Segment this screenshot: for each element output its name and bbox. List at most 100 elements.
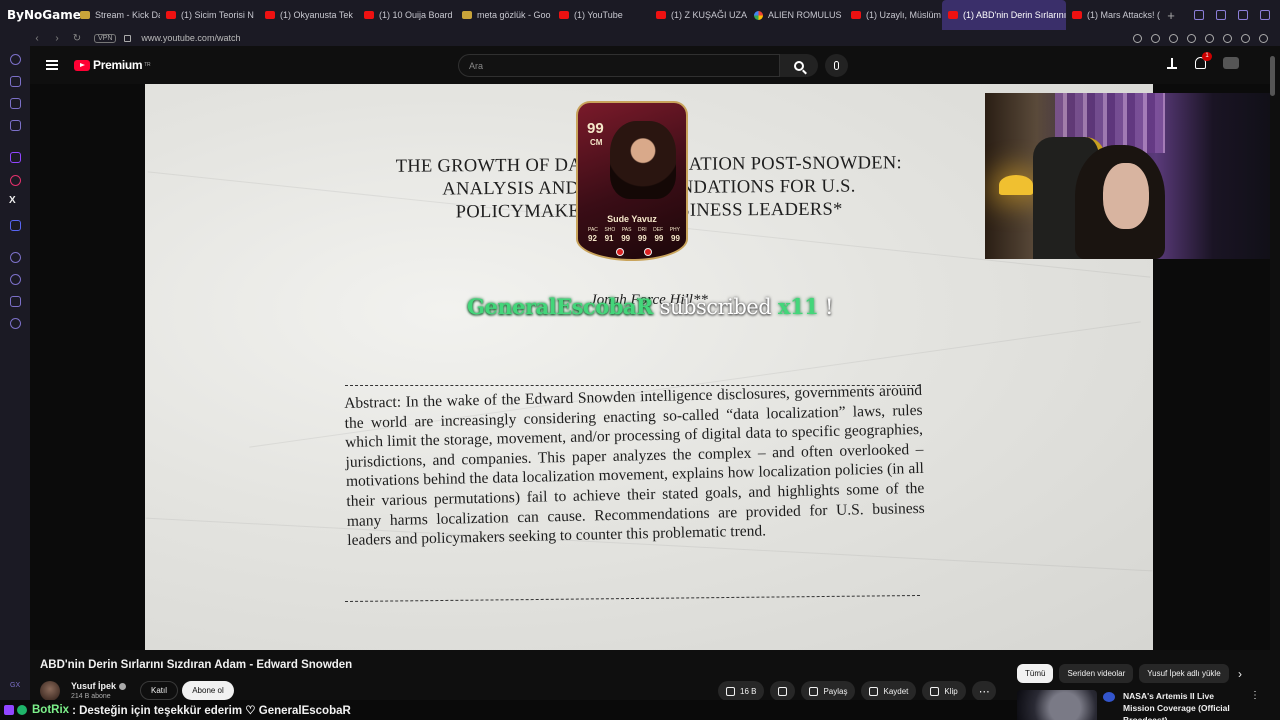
x-icon[interactable]: X <box>9 195 16 206</box>
save-button[interactable]: Kaydet <box>861 681 917 701</box>
account-avatar[interactable] <box>1223 57 1239 69</box>
search-button[interactable] <box>780 54 818 77</box>
minimize-icon[interactable] <box>1216 10 1226 20</box>
create-icon[interactable] <box>1166 57 1178 69</box>
browser-tab[interactable]: (1) Uzaylı, Müslüm <box>845 0 942 30</box>
browser-sidebar: X GX <box>0 30 30 720</box>
subscriber-suffix: ! <box>825 295 833 319</box>
more-actions-button[interactable]: ⋯ <box>971 681 996 701</box>
chip-all[interactable]: Tümü <box>1017 664 1054 683</box>
reload-icon[interactable]: ↻ <box>70 33 84 44</box>
maximize-icon[interactable] <box>1238 10 1248 20</box>
notification-badge: 1 <box>1202 52 1212 61</box>
channel-name-row[interactable]: Yusuf İpek <box>71 681 127 691</box>
card-rating: 99 <box>587 120 604 137</box>
video-player[interactable]: THE GROWTH OF DATA LOCALIZATION POST-SNO… <box>30 84 1270 650</box>
flag-icon <box>616 248 624 256</box>
dislike-button[interactable] <box>770 681 796 701</box>
like-button[interactable]: 16 B <box>718 681 765 701</box>
channel-name[interactable]: Yusuf İpek <box>71 681 116 691</box>
thumbs-down-icon <box>778 686 788 696</box>
chat-username: BotRix <box>32 704 70 716</box>
scissors-icon <box>930 686 940 696</box>
voice-search-button[interactable] <box>825 54 848 77</box>
brand-label: ByNoGame <box>7 8 81 22</box>
twitch-icon[interactable] <box>10 152 21 163</box>
twitch-icon <box>4 705 14 715</box>
chip-channel-uploads[interactable]: Yusuf İpek adlı yükle <box>1139 664 1229 683</box>
pin-icon[interactable] <box>1151 33 1160 43</box>
kick-icon <box>80 11 90 19</box>
browser-tab[interactable]: Stream - Kick Das <box>74 0 160 30</box>
extensions-icon[interactable] <box>1259 33 1268 43</box>
forward-icon[interactable]: › <box>50 33 64 44</box>
browser-tab[interactable]: (1) Z KUŞAĞI UZA <box>650 0 748 30</box>
card-position: CM <box>590 138 603 147</box>
browser-tab-active[interactable]: (1) ABD'nin Derin Sırlarını <box>942 0 1066 30</box>
address-bar: ‹ › ↻ VPN www.youtube.com/watch <box>30 30 1280 46</box>
youtube-icon <box>851 11 861 19</box>
youtube-icon <box>948 11 958 19</box>
lock-icon[interactable] <box>124 34 132 42</box>
discord-icon[interactable] <box>10 220 21 231</box>
bookmark-heart-icon[interactable] <box>1205 33 1214 43</box>
browser-tab[interactable]: (1) Mars Attacks! ( <box>1066 0 1160 30</box>
screen: ByNoGame Stream - Kick Das (1) Sicim Teo… <box>0 0 1280 720</box>
browser-tab[interactable]: meta gözlük - Goo <box>456 0 553 30</box>
document-abstract: Abstract: In the wake of the Edward Snow… <box>344 381 925 550</box>
recommendation-thumbnail[interactable] <box>1017 690 1097 720</box>
share-icon <box>809 686 819 696</box>
share-button[interactable]: Paylaş <box>801 681 856 701</box>
chip-series[interactable]: Seriden videolar <box>1059 664 1134 683</box>
browser-tab[interactable]: ALIEN ROMULUS <box>748 0 845 30</box>
youtube-icon <box>656 11 666 19</box>
youtube-icon <box>1072 11 1082 19</box>
download-icon[interactable] <box>1223 33 1232 43</box>
zoom-icon[interactable] <box>1133 33 1142 43</box>
chevron-right-icon[interactable]: › <box>1238 667 1242 681</box>
cube-icon[interactable] <box>10 296 21 307</box>
browser-tab[interactable]: (1) Sicim Teorisi N <box>160 0 259 30</box>
search-input[interactable]: Ara <box>458 54 780 77</box>
more-vert-icon[interactable]: ⋮ <box>1250 690 1260 701</box>
browser-tab[interactable]: (1) YouTube <box>553 0 650 30</box>
new-tab-button[interactable]: + <box>1160 8 1182 23</box>
settings-icon[interactable] <box>10 318 21 329</box>
browser-tab[interactable]: (1) 10 Ouija Board <box>358 0 456 30</box>
join-button[interactable]: Katıl <box>140 681 178 700</box>
browser-tab[interactable]: (1) Okyanusta Tek <box>259 0 358 30</box>
history-icon[interactable] <box>10 274 21 285</box>
instagram-icon[interactable] <box>10 175 21 186</box>
snapshot-icon[interactable] <box>1169 33 1178 43</box>
recommendation-title[interactable]: NASA's Artemis II Live Mission Coverage … <box>1123 690 1243 720</box>
divider <box>345 594 920 603</box>
youtube-icon <box>364 11 374 19</box>
adblock-icon[interactable] <box>1187 33 1196 43</box>
like-count: 16 B <box>740 686 757 696</box>
subscriber-text: subscribed <box>659 295 772 319</box>
logo-text: Premium <box>93 58 143 72</box>
page-scrollbar[interactable] <box>1270 56 1275 96</box>
clip-button[interactable]: Klip <box>922 681 966 701</box>
speed-dial-icon[interactable] <box>10 54 21 65</box>
search-icon <box>794 60 804 71</box>
menu-icon[interactable] <box>46 60 58 70</box>
back-icon[interactable]: ‹ <box>30 33 44 44</box>
youtube-header: Premium TR Ara 1 <box>30 46 1280 84</box>
search-tabs-icon[interactable] <box>1194 10 1204 20</box>
tracker-icon[interactable] <box>10 120 21 131</box>
notifications-icon[interactable]: 1 <box>1195 52 1212 69</box>
youtube-logo[interactable]: Premium TR <box>74 58 151 72</box>
gx-label: GX <box>10 682 21 689</box>
player-icon[interactable] <box>10 252 21 263</box>
channel-avatar[interactable] <box>40 681 60 701</box>
subscribe-button[interactable]: Abone ol <box>182 681 234 700</box>
url-field[interactable]: www.youtube.com/watch <box>141 33 240 43</box>
ai-icon[interactable] <box>10 76 21 87</box>
microphone-icon <box>834 61 839 70</box>
play-icon[interactable] <box>1241 33 1250 43</box>
player-card-overlay: 99 CM Sude Yavuz PAC SHO PAS DRI DEF PHY… <box>576 101 688 261</box>
close-icon[interactable] <box>1260 10 1270 20</box>
vpn-badge[interactable]: VPN <box>94 33 117 43</box>
gamepad-icon[interactable] <box>10 98 21 109</box>
